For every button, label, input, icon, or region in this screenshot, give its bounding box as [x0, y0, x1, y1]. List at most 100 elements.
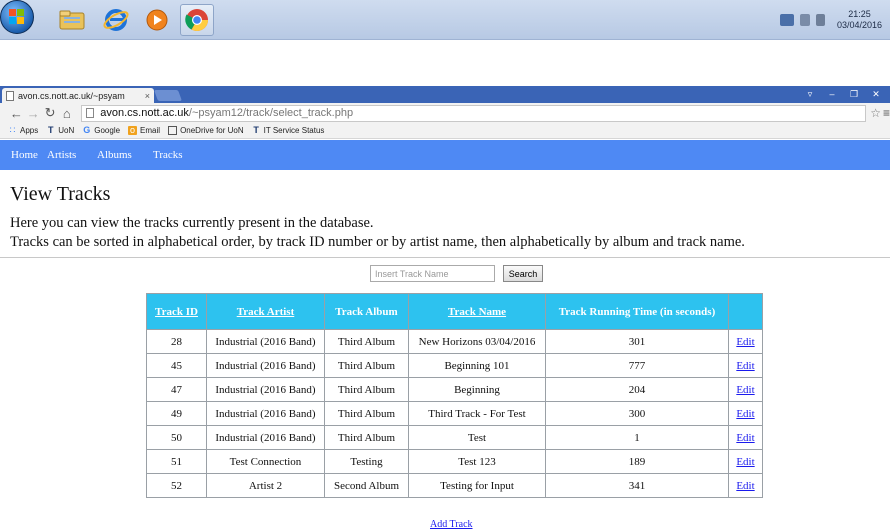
new-tab-button[interactable]: [153, 90, 183, 101]
minimize-icon[interactable]: –: [822, 87, 842, 101]
bookmark-email[interactable]: o Email: [128, 126, 160, 135]
table-header-row: Track ID Track Artist Track Album Track …: [146, 293, 763, 330]
cell-track-id: 47: [146, 377, 207, 402]
browser-tab[interactable]: avon.cs.nott.ac.uk/~psyam ×: [2, 88, 154, 103]
cell-track-artist: Industrial (2016 Band): [206, 425, 325, 450]
page-title: View Tracks: [10, 183, 111, 205]
cell-actions: Edit: [728, 377, 763, 402]
table-row: 47 Industrial (2016 Band) Third Album Be…: [146, 377, 763, 402]
cell-actions: Edit: [728, 425, 763, 450]
cell-running-time: 204: [545, 377, 729, 402]
header-track-id[interactable]: Track ID: [146, 293, 207, 330]
cell-track-album: Third Album: [324, 353, 409, 378]
edit-link[interactable]: Edit: [736, 408, 754, 420]
tracks-table: Track ID Track Artist Track Album Track …: [146, 293, 763, 498]
cell-track-id: 52: [146, 473, 207, 498]
uon-icon: T: [253, 125, 259, 135]
system-clock[interactable]: 21:25 03/04/2016: [837, 9, 882, 31]
edit-link[interactable]: Edit: [736, 480, 754, 492]
edit-link[interactable]: Edit: [736, 384, 754, 396]
header-track-artist[interactable]: Track Artist: [206, 293, 325, 330]
cell-track-name: Beginning: [408, 377, 546, 402]
chrome-menu-icon[interactable]: ≡: [883, 106, 890, 120]
bookmark-apps[interactable]: ∷ Apps: [8, 126, 39, 136]
cell-track-id: 50: [146, 425, 207, 450]
bookmark-onedrive[interactable]: OneDrive for UoN: [168, 126, 244, 135]
restore-icon[interactable]: ❐: [844, 87, 864, 101]
header-track-album: Track Album: [324, 293, 409, 330]
network-icon[interactable]: [779, 14, 794, 26]
bookmark-star-icon[interactable]: ☆: [870, 106, 881, 120]
cell-track-album: Testing: [324, 449, 409, 474]
media-player-icon: [146, 9, 168, 31]
add-track-link[interactable]: Add Track: [430, 519, 473, 530]
window-controls: ▿ – ❐ ✕: [800, 87, 886, 101]
cell-track-name: Test: [408, 425, 546, 450]
divider: [0, 257, 890, 258]
table-row: 45 Industrial (2016 Band) Third Album Be…: [146, 353, 763, 378]
intro-line-2: Tracks can be sorted in alphabetical ord…: [10, 234, 745, 250]
address-bar[interactable]: avon.cs.nott.ac.uk /~psyam12/track/selec…: [81, 104, 867, 122]
cell-track-name: Beginning 101: [408, 353, 546, 378]
cell-running-time: 1: [545, 425, 729, 450]
site-navbar: Home Artists Albums Tracks: [0, 140, 890, 170]
internet-explorer-taskbar-button[interactable]: [99, 4, 133, 36]
nav-home[interactable]: Home: [11, 149, 38, 161]
nav-artists[interactable]: Artists: [47, 149, 76, 161]
header-actions: [728, 293, 763, 330]
edit-link[interactable]: Edit: [736, 432, 754, 444]
chrome-taskbar-button[interactable]: [180, 4, 214, 36]
bookmark-google[interactable]: G Google: [82, 125, 121, 136]
bookmarks-bar: ∷ Apps T UoN G Google o Email OneDrive for U…: [0, 123, 890, 139]
cell-track-id: 51: [146, 449, 207, 474]
windows-logo-icon: [9, 9, 25, 25]
home-icon[interactable]: ⌂: [58, 106, 75, 121]
cell-track-artist: Industrial (2016 Band): [206, 353, 325, 378]
page-info-icon[interactable]: [86, 108, 95, 118]
sort-track-artist-link[interactable]: Track Artist: [237, 306, 295, 318]
tab-close-icon[interactable]: ×: [145, 91, 150, 101]
cell-track-id: 45: [146, 353, 207, 378]
bookmark-it-service[interactable]: T IT Service Status: [252, 125, 325, 136]
volume-icon[interactable]: [815, 14, 825, 26]
edit-link[interactable]: Edit: [736, 456, 754, 468]
battery-icon[interactable]: [799, 14, 810, 26]
file-explorer-taskbar-button[interactable]: [55, 4, 89, 36]
email-icon: o: [128, 125, 138, 135]
browser-toolbar: ← → ↻ ⌂ avon.cs.nott.ac.uk /~psyam12/tra…: [0, 103, 890, 123]
reload-icon[interactable]: ↻: [42, 105, 59, 121]
nav-albums[interactable]: Albums: [97, 149, 132, 161]
forward-arrow-icon[interactable]: →: [25, 106, 42, 121]
nav-tracks[interactable]: Tracks: [153, 149, 183, 161]
bookmark-label: UoN: [58, 126, 75, 135]
cell-track-artist: Industrial (2016 Band): [206, 329, 325, 354]
bookmark-label: Google: [94, 126, 121, 135]
cell-actions: Edit: [728, 473, 763, 498]
search-button[interactable]: Search: [503, 265, 543, 282]
cell-actions: Edit: [728, 353, 763, 378]
bookmark-label: OneDrive for UoN: [180, 126, 244, 135]
table-row: 28 Industrial (2016 Band) Third Album Ne…: [146, 329, 763, 354]
cell-track-artist: Artist 2: [206, 473, 325, 498]
sort-track-name-link[interactable]: Track Name: [448, 306, 506, 318]
edit-link[interactable]: Edit: [736, 360, 754, 372]
table-row: 50 Industrial (2016 Band) Third Album Te…: [146, 425, 763, 450]
back-arrow-icon[interactable]: ←: [8, 106, 25, 121]
system-tray: 21:25 03/04/2016: [779, 6, 882, 34]
cell-track-album: Third Album: [324, 329, 409, 354]
start-button[interactable]: [0, 0, 34, 34]
user-icon[interactable]: ▿: [800, 87, 820, 101]
close-window-icon[interactable]: ✕: [866, 87, 886, 101]
cell-track-album: Second Album: [324, 473, 409, 498]
track-search-input[interactable]: [370, 265, 495, 282]
media-player-taskbar-button[interactable]: [140, 4, 174, 36]
cell-track-album: Third Album: [324, 425, 409, 450]
google-icon: G: [83, 125, 91, 135]
bookmark-label: IT Service Status: [263, 126, 325, 135]
bookmark-uon[interactable]: T UoN: [46, 126, 75, 136]
sort-track-id-link[interactable]: Track ID: [155, 306, 198, 318]
cell-running-time: 777: [545, 353, 729, 378]
edit-link[interactable]: Edit: [736, 336, 754, 348]
table-row: 49 Industrial (2016 Band) Third Album Th…: [146, 401, 763, 426]
header-track-name[interactable]: Track Name: [408, 293, 546, 330]
